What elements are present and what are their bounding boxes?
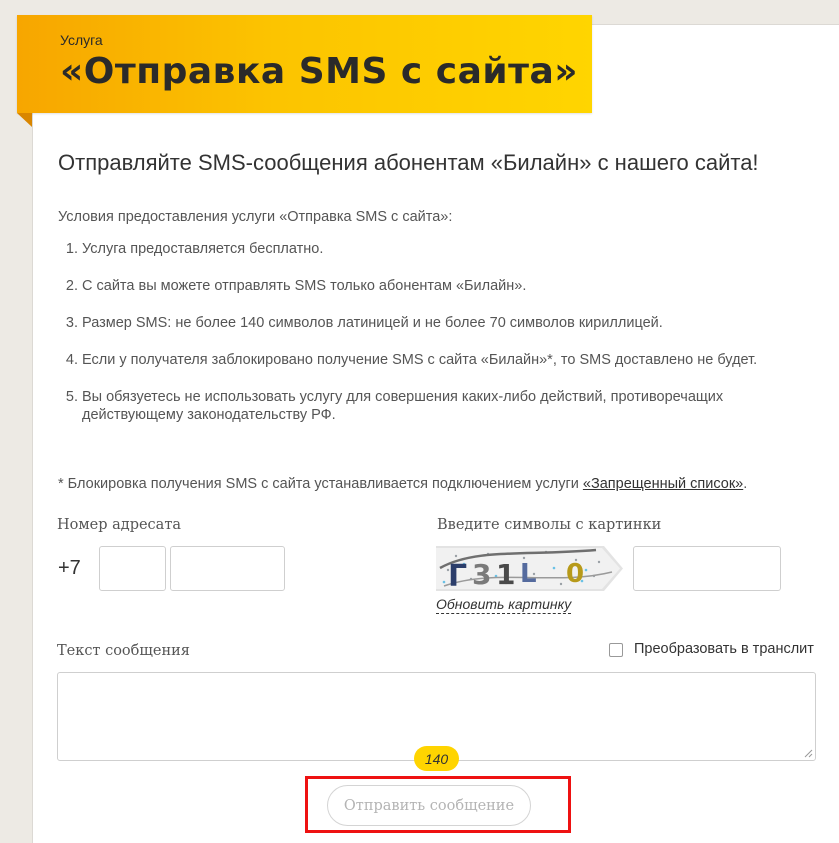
recipient-label: Номер адресата [57,517,181,533]
banner-subtitle: Услуга [60,32,103,48]
refresh-captcha-link[interactable]: Обновить картинку [436,596,572,614]
char-counter-badge: 140 [414,746,459,771]
condition-item: Услуга предоставляется бесплатно. [82,240,822,258]
blocking-note: * Блокировка получения SMS с сайта устан… [58,476,747,492]
condition-item: Если у получателя заблокировано получени… [82,351,822,369]
service-headline: Отправляйте SMS-сообщения абонентам «Бил… [58,150,759,175]
svg-text:Г: Г [448,559,467,591]
phone-code-input[interactable] [99,546,166,591]
translit-checkbox[interactable] [609,643,623,657]
conditions-title: Условия предоставления услуги «Отправка … [58,209,453,225]
service-banner: Услуга «Отправка SMS с сайта» [17,15,592,113]
condition-item: С сайта вы можете отправлять SMS только … [82,277,822,295]
svg-text:1: 1 [496,558,515,591]
forbidden-list-link[interactable]: «Запрещенный список» [583,476,743,492]
blocking-note-end: . [743,476,748,492]
svg-text:L: L [520,559,537,589]
banner-fold [17,113,32,127]
svg-text:0: 0 [566,559,584,589]
phone-prefix: +7 [58,557,81,579]
blocking-note-text: * Блокировка получения SMS с сайта устан… [58,476,583,492]
message-label: Текст сообщения [57,643,190,659]
phone-number-input[interactable] [170,546,285,591]
captcha-label: Введите символы с картинки [437,517,662,533]
page-title: «Отправка SMS с сайта» [60,51,579,92]
svg-text:3: 3 [472,558,491,591]
captcha-input[interactable] [633,546,781,591]
highlight-box [305,776,571,833]
translit-label[interactable]: Преобразовать в транслит [634,641,814,657]
condition-item: Вы обязуетесь не использовать услугу для… [82,388,822,424]
resize-grip-icon[interactable] [803,748,813,758]
condition-item: Размер SMS: не более 140 символов латини… [82,314,822,332]
captcha-image: Г 3 1 L 0 [436,546,623,591]
conditions-list: Услуга предоставляется бесплатно. С сайт… [58,240,822,443]
